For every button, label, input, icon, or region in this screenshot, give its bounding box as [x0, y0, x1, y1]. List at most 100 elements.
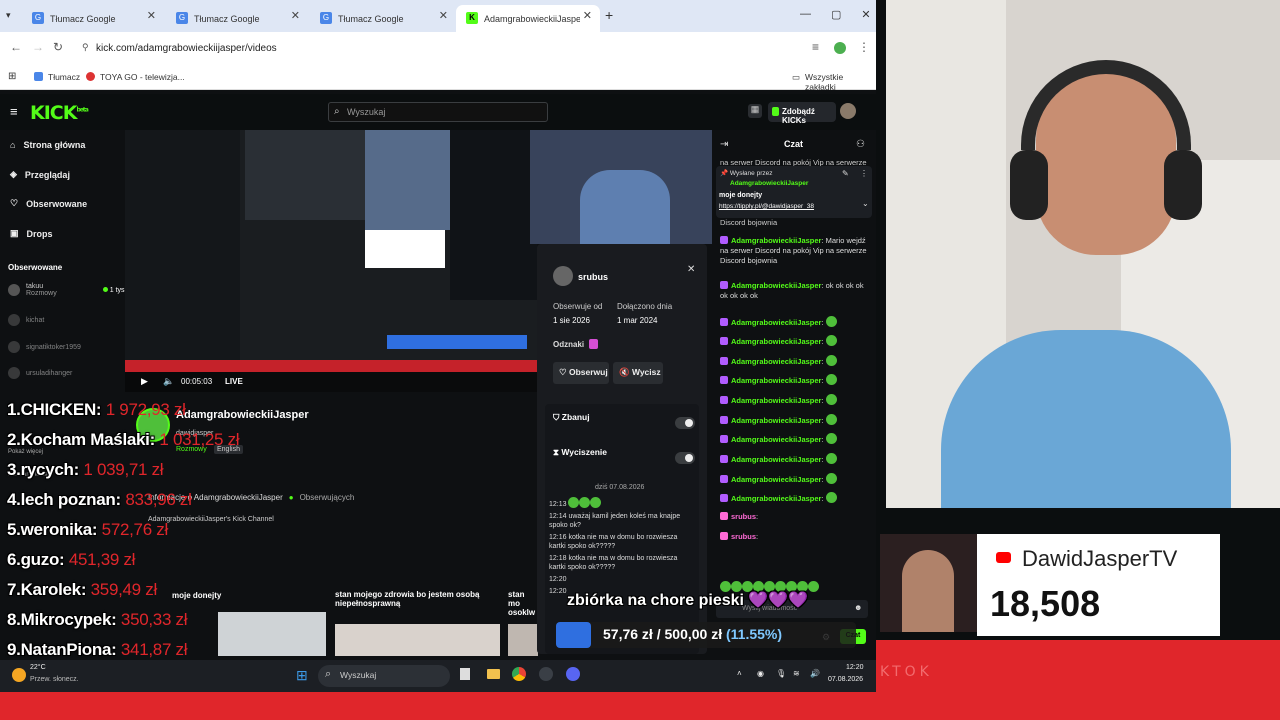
close-tab-icon[interactable]: ✕	[583, 9, 592, 22]
task-view-icon[interactable]	[460, 668, 470, 680]
forward-arrow-icon[interactable]: →	[32, 40, 44, 54]
microphone-icon[interactable]: 🎙	[776, 669, 786, 678]
home-icon: ⌂	[10, 140, 16, 150]
extensions-icon[interactable]: ≡	[812, 40, 819, 54]
nav-following[interactable]: ♡ Obserwowane	[10, 198, 87, 209]
follow-button[interactable]: ♡ Obserwuj	[553, 362, 609, 384]
followed-channel[interactable]: kichat	[8, 314, 44, 326]
bookmarks-bar: ⊞ Tłumacz TOYA GO - telewizja... ▭ Wszys…	[0, 64, 876, 92]
chrome-icon[interactable]	[512, 667, 526, 681]
close-icon[interactable]: ✕	[687, 264, 695, 275]
streamer-name[interactable]: AdamgrabowieckiiJasper	[176, 409, 309, 421]
avatar	[8, 367, 20, 379]
embedded-follow-box	[365, 230, 445, 268]
sub-badge-icon	[720, 475, 728, 483]
browser-tab[interactable]: G Tłumacz Google ✕	[22, 5, 164, 32]
clock-time[interactable]: 12:20	[846, 664, 864, 671]
file-explorer-icon[interactable]	[487, 669, 500, 679]
bookmark-item[interactable]: Tłumacz	[34, 72, 80, 82]
video-player[interactable]	[125, 130, 537, 392]
discord-icon[interactable]	[566, 667, 580, 681]
mute-button[interactable]: 🔇 Wycisz	[613, 362, 663, 384]
timeout-toggle[interactable]	[675, 452, 695, 464]
pinned-link[interactable]: https://tipply.pl/@dawidjasper_38	[719, 203, 814, 210]
video-card-thumbnail[interactable]	[218, 612, 326, 656]
video-card-title[interactable]: stan mo osoklw	[508, 590, 538, 617]
nav-home[interactable]: ⌂ Strona główna	[10, 140, 85, 150]
bookmark-item[interactable]: TOYA GO - telewizja...	[86, 72, 185, 82]
tray-chevron-icon[interactable]: ˄	[737, 669, 742, 678]
emote-icon	[825, 355, 837, 366]
wifi-icon[interactable]: ≋	[793, 669, 800, 678]
followed-channel[interactable]: signatiktoker1959	[8, 341, 81, 353]
windows-start-icon[interactable]: ⊞	[296, 667, 308, 684]
followed-channel[interactable]: ursuladihanger	[8, 367, 72, 379]
maximize-icon[interactable]: ▢	[831, 8, 841, 21]
get-kicks-button[interactable]: Zdobądź KICKs	[768, 102, 836, 125]
taskbar-search[interactable]: ⌕ Wyszukaj	[318, 665, 450, 687]
live-dot-icon	[102, 286, 108, 292]
close-window-icon[interactable]: ✕	[861, 8, 870, 21]
pinned-menu-icon[interactable]: ⋮	[860, 169, 868, 178]
video-card-title[interactable]: moje donejty	[172, 591, 221, 600]
followed-channel[interactable]: takuu Rozmowy 1 tys.	[8, 283, 126, 297]
headphones-right-cup	[1164, 150, 1202, 220]
volume-icon[interactable]: 🔈	[163, 376, 174, 387]
browser-tab[interactable]: G Tłumacz Google ✕	[310, 5, 456, 32]
search-icon: ⌕	[325, 668, 332, 680]
kick-logo[interactable]: KICKbeta	[30, 102, 89, 124]
video-time: 00:05:03	[181, 377, 213, 386]
chat-message: AdamgrabowieckiiJasper:	[720, 374, 872, 386]
collapse-chat-icon[interactable]: ⇥	[720, 139, 728, 150]
webcam-person-shape	[580, 170, 670, 244]
windows-taskbar: 22°C Przew. słonecz. ⊞ ⌕ Wyszukaj ˄ ◉ 🎙 …	[0, 660, 876, 692]
close-tab-icon[interactable]: ✕	[291, 9, 300, 22]
weather-sun-icon[interactable]	[12, 668, 26, 682]
play-icon[interactable]: ▶	[141, 376, 148, 387]
sub-badge-icon	[720, 435, 728, 443]
tab-search-chevron-icon[interactable]: ▾	[6, 10, 11, 21]
chat-message: AdamgrabowieckiiJasper:	[720, 355, 872, 367]
menu-kebab-icon[interactable]: ⋮	[858, 40, 870, 54]
clock-date[interactable]: 07.08.2026	[828, 676, 863, 683]
video-card-title[interactable]: stan mojego zdrowia bo jestem osobą niep…	[335, 590, 505, 608]
url-field[interactable]: ⚲ kick.com/adamgrabowieckiijasper/videos	[80, 37, 800, 59]
app-icon[interactable]	[539, 667, 553, 681]
video-card-thumbnail[interactable]	[508, 624, 538, 656]
emoji-icon[interactable]: ☻	[854, 603, 862, 612]
search-input[interactable]: ⌕ Wyszukaj	[328, 102, 548, 122]
all-bookmarks[interactable]: ▭ Wszystkie zakładki	[792, 72, 876, 92]
unpin-icon[interactable]: ✎	[842, 169, 849, 178]
chat-message: Discord bojownia	[720, 218, 778, 227]
overlay-watermark: KTOK	[880, 664, 933, 680]
reload-icon[interactable]: ↻	[53, 40, 63, 54]
close-tab-icon[interactable]: ✕	[147, 9, 156, 22]
browser-tab-active[interactable]: K AdamgrabowieckiiJasper Video ✕	[456, 5, 600, 32]
video-card-thumbnail[interactable]	[335, 624, 500, 656]
back-arrow-icon[interactable]: ←	[10, 40, 22, 54]
ban-toggle[interactable]	[675, 417, 695, 429]
expand-chevron-icon[interactable]: ⌄	[862, 199, 869, 208]
pinned-message[interactable]: 📌 Wysłane przez ✎ ⋮ AdamgrabowieckiiJasp…	[716, 166, 872, 218]
speaker-icon[interactable]: 🔊	[810, 669, 820, 678]
weather-temp[interactable]: 22°C	[30, 664, 46, 671]
site-info-icon[interactable]: ⚲	[82, 42, 89, 53]
network-icon[interactable]: ◉	[757, 669, 764, 678]
nav-drops[interactable]: ▣ Drops	[10, 228, 53, 239]
weather-desc[interactable]: Przew. słonecz.	[30, 676, 79, 683]
profile-avatar[interactable]	[834, 42, 846, 54]
ban-toggle-row[interactable]: ⛉ Zbanuj	[553, 412, 695, 436]
chat-users-icon[interactable]: ⚇	[856, 139, 865, 150]
nav-browse[interactable]: ◈ Przeglądaj	[10, 169, 70, 180]
followed-header: Obserwowane	[8, 263, 63, 272]
new-tab-button[interactable]: +	[605, 7, 613, 23]
timeout-toggle-row[interactable]: ⧗ Wyciszenie	[553, 447, 695, 471]
hamburger-menu-icon[interactable]: ≡	[10, 104, 18, 119]
user-avatar[interactable]	[840, 103, 856, 119]
close-tab-icon[interactable]: ✕	[439, 9, 448, 22]
browser-tab[interactable]: G Tłumacz Google ✕	[166, 5, 308, 32]
pin-icon: 📌	[720, 170, 730, 177]
wallet-icon[interactable]: ▦	[748, 104, 762, 118]
apps-grid-icon[interactable]: ⊞	[8, 71, 16, 82]
minimize-icon[interactable]: —	[800, 8, 811, 21]
